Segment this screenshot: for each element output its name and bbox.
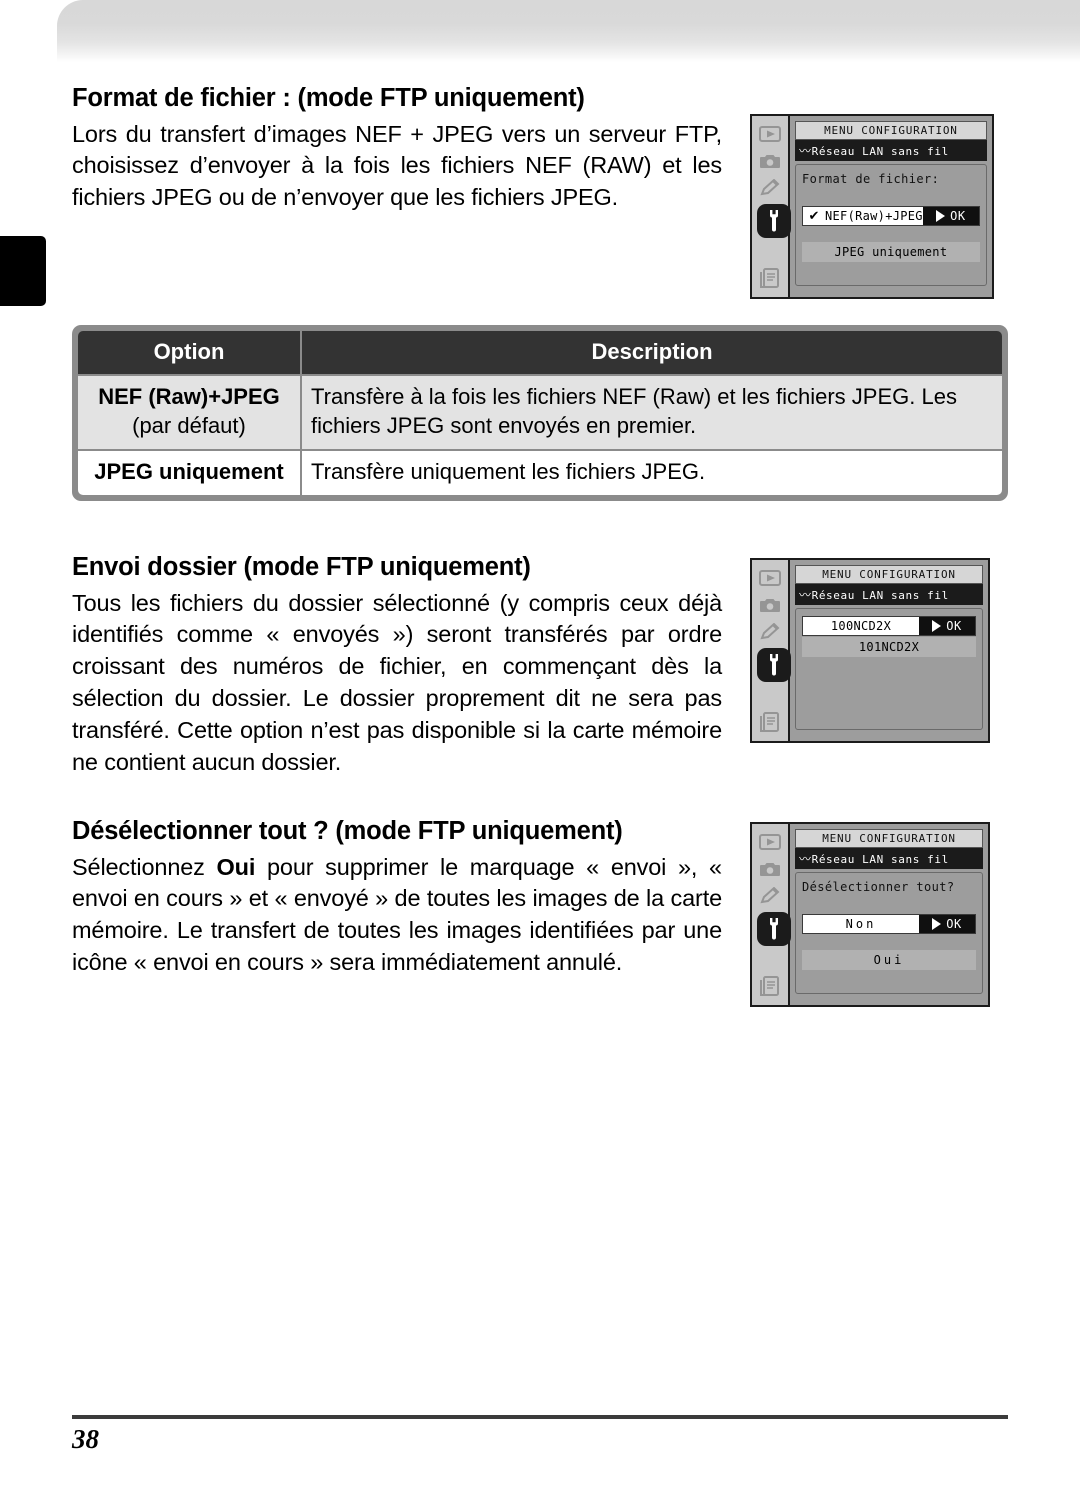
- right-arrow-icon: [932, 620, 942, 633]
- lcd-title: MENU CONFIGURATION: [795, 829, 983, 849]
- lcd-selected-option-row[interactable]: 100NCD2X OK: [802, 616, 976, 637]
- page-top-band: [57, 0, 1080, 62]
- playback-icon: [758, 831, 782, 853]
- lcd-figure-format-fichier: MENU CONFIGURATION 〰Réseau LAN sans fil …: [750, 114, 994, 299]
- lcd-figure-deselectionner-tout: MENU CONFIGURATION 〰Réseau LAN sans fil …: [750, 822, 990, 1008]
- wireless-wave-icon: 〰: [799, 144, 812, 158]
- lcd-ok-button[interactable]: OK: [922, 207, 979, 225]
- chapter-thumb-tab: [0, 236, 46, 306]
- playback-icon: [758, 123, 782, 145]
- table-row: JPEG uniquement Transfère uniquement les…: [78, 451, 1002, 496]
- lcd-menu-rail: [750, 558, 791, 744]
- lcd-menu-rail: [750, 822, 791, 1008]
- lcd-panel: 100NCD2X OK 101NCD2X: [795, 608, 983, 731]
- lcd-subtitle: 〰Réseau LAN sans fil: [795, 584, 983, 606]
- camera-icon: [758, 594, 782, 616]
- wrench-icon: [757, 648, 791, 683]
- section-body-format-fichier: Lors du transfert d’images NEF + JPEG ve…: [72, 120, 722, 211]
- column-header-option: Option: [78, 331, 300, 374]
- lcd-selected-option-label: Non: [845, 917, 877, 932]
- lcd-screen: MENU CONFIGURATION 〰Réseau LAN sans fil …: [788, 822, 990, 1008]
- page-content: Format de fichier : (mode FTP uniquement…: [72, 84, 1008, 1047]
- lcd-other-option-row[interactable]: JPEG uniquement: [802, 242, 980, 262]
- body-prefix: Sélectionnez: [72, 853, 217, 880]
- lcd-figure-envoi-dossier: MENU CONFIGURATION 〰Réseau LAN sans fil …: [750, 558, 990, 744]
- section-heading-format-fichier: Format de fichier : (mode FTP uniquement…: [72, 84, 585, 112]
- lcd-selected-option-label: NEF(Raw)+JPEG: [825, 209, 923, 223]
- table-row: NEF (Raw)+JPEG (par défaut) Transfère à …: [78, 376, 1002, 450]
- recent-settings-icon: [758, 711, 782, 733]
- lcd-panel: Format de fichier: ✔ NEF(Raw)+JPEG OK JP…: [795, 164, 987, 286]
- lcd-other-option-row[interactable]: Oui: [802, 950, 976, 971]
- lcd-title: MENU CONFIGURATION: [795, 121, 987, 140]
- playback-icon: [758, 567, 782, 589]
- camera-icon: [758, 150, 782, 172]
- body-emphasis-oui: Oui: [216, 853, 256, 880]
- cell-option-description: Transfère à la fois les fichiers NEF (Ra…: [302, 376, 1002, 450]
- section-text-column: Envoi dossier (mode FTP uniquement) Tous…: [72, 553, 722, 779]
- right-arrow-icon: [932, 918, 942, 931]
- page-number: 38: [72, 1424, 99, 1454]
- option-label: JPEG uniquement: [94, 459, 284, 485]
- wireless-wave-icon: 〰: [799, 588, 812, 603]
- pencil-icon: [758, 885, 782, 907]
- section-text-column: Désélectionner tout ? (mode FTP uniqueme…: [72, 817, 722, 979]
- lcd-other-option-row[interactable]: 101NCD2X: [802, 637, 976, 658]
- lcd-prompt: Désélectionner tout?: [802, 880, 955, 895]
- checkmark-icon: ✔: [808, 208, 820, 224]
- lcd-screen: MENU CONFIGURATION 〰Réseau LAN sans fil …: [788, 558, 990, 744]
- pencil-icon: [758, 177, 782, 199]
- lcd-ok-button[interactable]: OK: [919, 915, 975, 934]
- column-header-description: Description: [302, 331, 1002, 374]
- section-text-column: Format de fichier : (mode FTP uniquement…: [72, 84, 722, 214]
- lcd-other-option-label: JPEG uniquement: [834, 245, 948, 259]
- cell-option-description: Transfère uniquement les fichiers JPEG.: [302, 451, 1002, 496]
- footer-rule: [72, 1415, 1008, 1419]
- option-label: NEF (Raw)+JPEG: [98, 384, 280, 409]
- pencil-icon: [758, 621, 782, 643]
- section-heading-deselectionner-tout: Désélectionner tout ? (mode FTP uniqueme…: [72, 817, 623, 846]
- lcd-ok-button[interactable]: OK: [919, 617, 975, 636]
- lcd-screen: MENU CONFIGURATION 〰Réseau LAN sans fil …: [788, 114, 994, 299]
- section-heading-envoi-dossier: Envoi dossier (mode FTP uniquement): [72, 553, 531, 582]
- lcd-prompt: Format de fichier:: [802, 172, 940, 186]
- cell-option-name: NEF (Raw)+JPEG (par défaut): [78, 376, 300, 450]
- lcd-subtitle: 〰Réseau LAN sans fil: [795, 848, 983, 870]
- section-format-fichier: Format de fichier : (mode FTP uniquement…: [72, 84, 1008, 299]
- lcd-selected-option-row[interactable]: Non OK: [802, 914, 976, 935]
- cell-option-name: JPEG uniquement: [78, 451, 300, 496]
- camera-icon: [758, 858, 782, 880]
- section-deselectionner-tout: Désélectionner tout ? (mode FTP uniqueme…: [72, 817, 1008, 1047]
- lcd-subtitle: 〰Réseau LAN sans fil: [795, 140, 987, 161]
- options-table-frame: Option Description NEF (Raw)+JPEG (par d…: [72, 325, 1008, 502]
- right-arrow-icon: [936, 210, 946, 222]
- wrench-icon: [757, 204, 791, 238]
- wrench-icon: [757, 912, 791, 947]
- options-table: Option Description NEF (Raw)+JPEG (par d…: [76, 329, 1004, 497]
- lcd-selected-option-row[interactable]: ✔ NEF(Raw)+JPEG OK: [802, 206, 980, 226]
- lcd-other-option-label: Oui: [873, 953, 905, 968]
- section-envoi-dossier: Envoi dossier (mode FTP uniquement) Tous…: [72, 553, 1008, 803]
- table-header-row: Option Description: [78, 331, 1002, 374]
- wireless-wave-icon: 〰: [799, 852, 812, 867]
- lcd-selected-option-label: 100NCD2X: [830, 619, 892, 634]
- section-body-envoi-dossier: Tous les fichiers du dossier sélectionné…: [72, 589, 722, 775]
- recent-settings-icon: [758, 975, 782, 997]
- lcd-title: MENU CONFIGURATION: [795, 565, 983, 585]
- option-default-note: (par défaut): [132, 413, 246, 439]
- lcd-menu-rail: [750, 114, 791, 299]
- lcd-panel: Désélectionner tout? Non OK Oui: [795, 872, 983, 995]
- recent-settings-icon: [758, 267, 782, 289]
- lcd-other-option-label: 101NCD2X: [858, 640, 920, 655]
- section-body-deselectionner-tout: Sélectionnez Oui pour supprimer le marqu…: [72, 852, 722, 979]
